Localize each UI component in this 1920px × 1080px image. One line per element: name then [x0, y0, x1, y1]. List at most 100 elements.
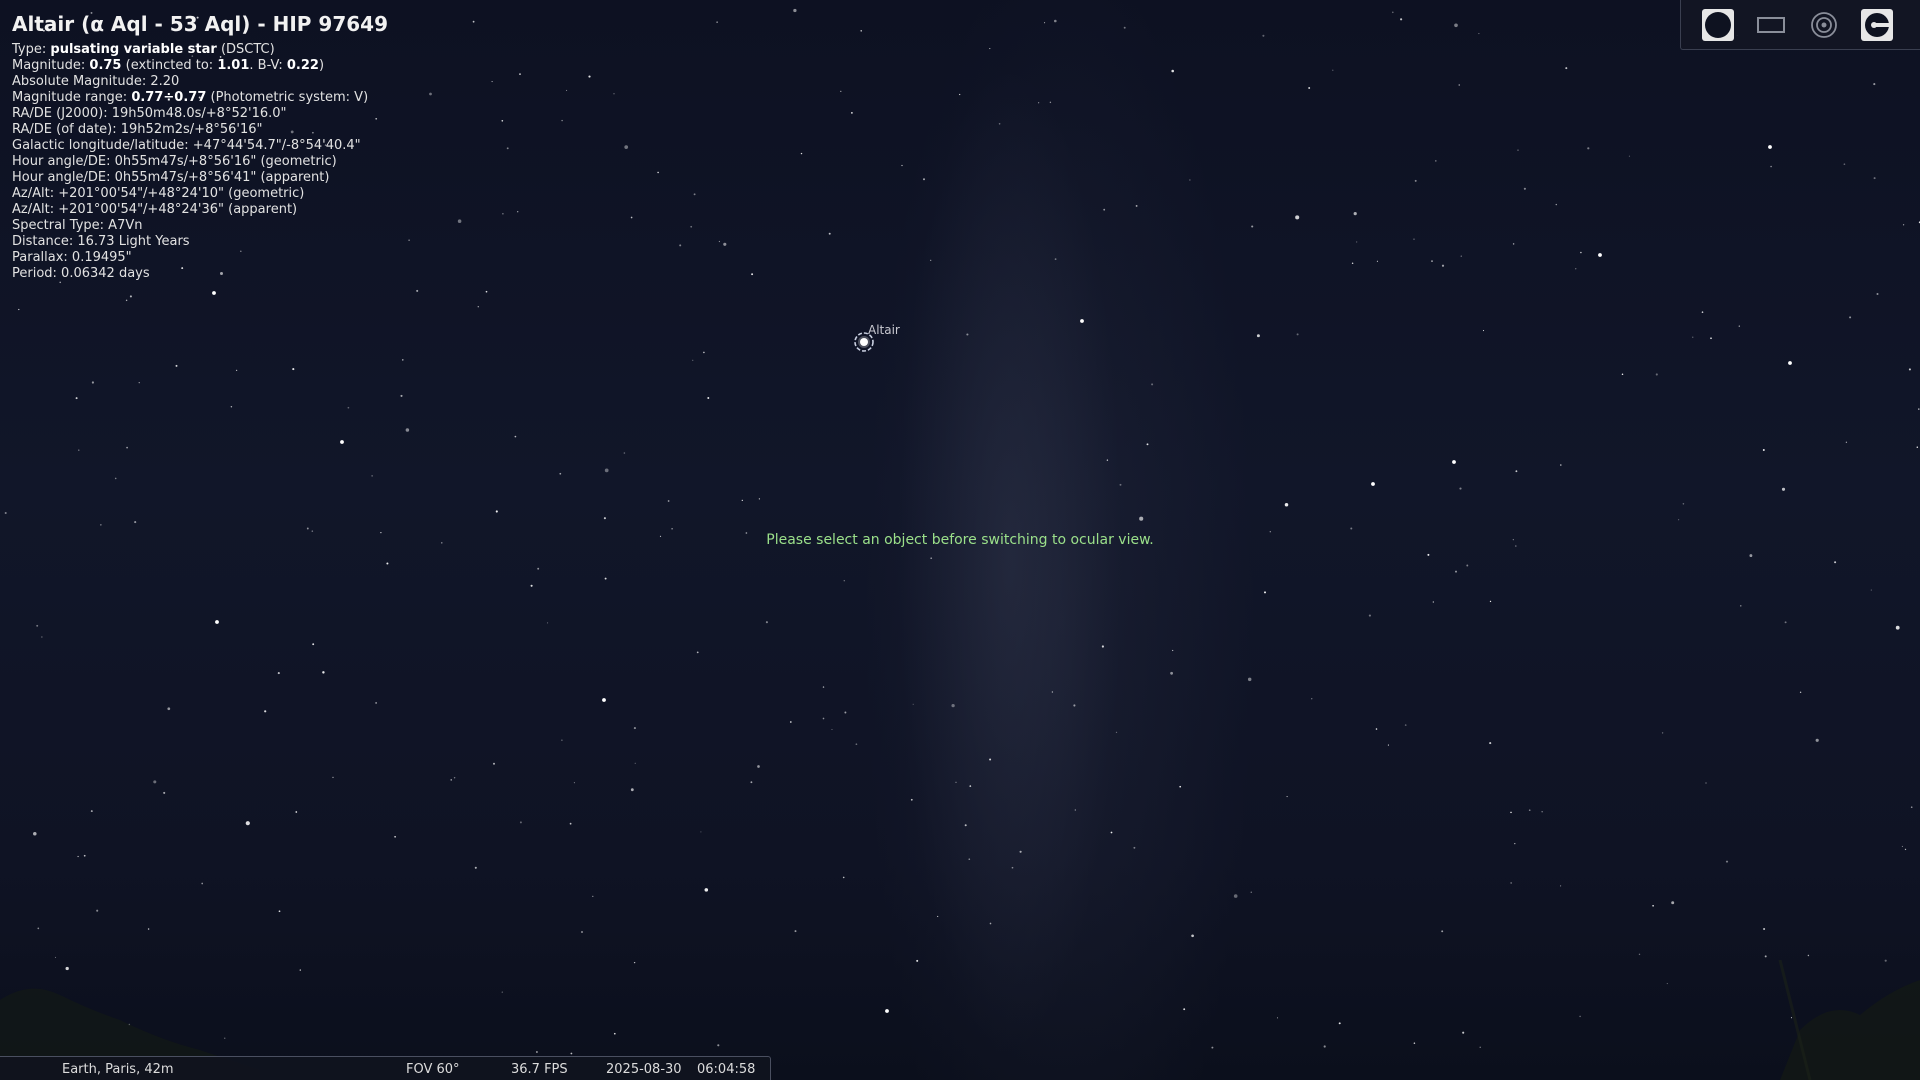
star — [604, 468, 609, 473]
star — [1482, 330, 1485, 332]
star — [1049, 101, 1052, 104]
ocular-view-button[interactable] — [1701, 8, 1735, 42]
star — [1517, 149, 1519, 151]
star — [514, 435, 517, 438]
sensor-frame-button[interactable] — [1754, 8, 1788, 42]
star — [1845, 441, 1848, 443]
star — [1762, 449, 1765, 451]
star — [295, 811, 298, 813]
star — [989, 922, 992, 925]
star — [1376, 260, 1378, 262]
star — [822, 717, 825, 720]
star — [1455, 570, 1457, 573]
oculars-configuration-button[interactable] — [1860, 8, 1894, 42]
star — [1799, 691, 1802, 693]
info-ra-de-of-date: RA/DE (of date): 19h52m2s/+8°56'16" — [12, 122, 263, 137]
date-label[interactable]: 2025-08-30 — [606, 1062, 682, 1077]
star — [1171, 69, 1174, 73]
star — [1170, 671, 1173, 675]
ocular-view-message: Please select an object before switching… — [766, 532, 1154, 548]
star — [964, 824, 967, 827]
star — [623, 452, 626, 454]
star — [630, 216, 633, 219]
star — [77, 855, 79, 858]
star — [147, 928, 150, 930]
star — [840, 90, 842, 93]
telrad-icon — [1811, 12, 1837, 38]
telrad-button[interactable] — [1807, 8, 1841, 42]
star — [1701, 311, 1704, 313]
star — [1262, 34, 1265, 37]
star — [375, 702, 377, 704]
star — [842, 876, 845, 879]
time-label[interactable]: 06:04:58 — [697, 1062, 755, 1077]
star — [472, 20, 475, 23]
star — [386, 562, 389, 565]
star — [822, 686, 825, 688]
star — [371, 475, 373, 477]
star — [959, 93, 961, 96]
star — [1764, 955, 1767, 958]
star — [1510, 811, 1512, 814]
star — [134, 521, 137, 524]
star — [1575, 268, 1577, 270]
bright-star — [602, 698, 606, 702]
star — [1191, 934, 1194, 938]
star — [306, 527, 309, 530]
star — [634, 762, 636, 764]
star — [723, 242, 727, 246]
star-label-altair[interactable]: Altair — [868, 323, 900, 337]
status-bar: Earth, Paris, 42m FOV 60° 36.7 FPS 2025-… — [0, 1056, 771, 1080]
star — [1908, 368, 1911, 371]
star — [998, 123, 1001, 125]
star — [1011, 866, 1014, 869]
star — [1427, 553, 1430, 556]
star — [910, 798, 913, 801]
star — [1692, 336, 1694, 338]
star — [1295, 215, 1300, 220]
star — [1671, 901, 1675, 905]
star — [1555, 203, 1557, 206]
star — [592, 895, 594, 898]
star — [1523, 187, 1526, 190]
bright-star — [1452, 460, 1456, 464]
location-label[interactable]: Earth, Paris, 42m — [62, 1062, 174, 1077]
star — [1404, 724, 1407, 726]
star — [1435, 160, 1437, 162]
star — [1115, 731, 1118, 734]
star — [581, 931, 583, 933]
fps-label: 36.7 FPS — [511, 1062, 568, 1077]
star — [1413, 238, 1415, 240]
star — [1044, 22, 1046, 24]
bright-star — [340, 440, 344, 444]
star — [129, 295, 132, 298]
star — [937, 915, 939, 917]
star — [561, 739, 563, 741]
star — [603, 517, 606, 520]
star — [1560, 885, 1562, 887]
info-distance: Distance: 16.73 Light Years — [12, 234, 190, 249]
star — [1431, 260, 1433, 262]
info-period: Period: 0.06342 days — [12, 266, 150, 281]
star — [1263, 591, 1267, 594]
star — [831, 728, 833, 731]
sensor-frame-icon — [1757, 17, 1785, 33]
star — [1652, 904, 1654, 907]
star — [561, 119, 563, 122]
star — [1172, 649, 1174, 652]
star — [844, 711, 847, 714]
star — [1332, 69, 1334, 71]
star — [278, 910, 281, 913]
bright-star — [212, 291, 216, 295]
star — [633, 727, 636, 730]
star — [1749, 554, 1753, 558]
configuration-icon — [1861, 9, 1893, 41]
star — [1781, 487, 1786, 491]
info-spectral-type: Spectral Type: A7Vn — [12, 218, 143, 233]
star — [855, 743, 858, 746]
star — [930, 259, 932, 261]
star — [1705, 782, 1707, 784]
star — [402, 359, 404, 361]
star — [1251, 225, 1254, 228]
star — [1311, 698, 1313, 700]
